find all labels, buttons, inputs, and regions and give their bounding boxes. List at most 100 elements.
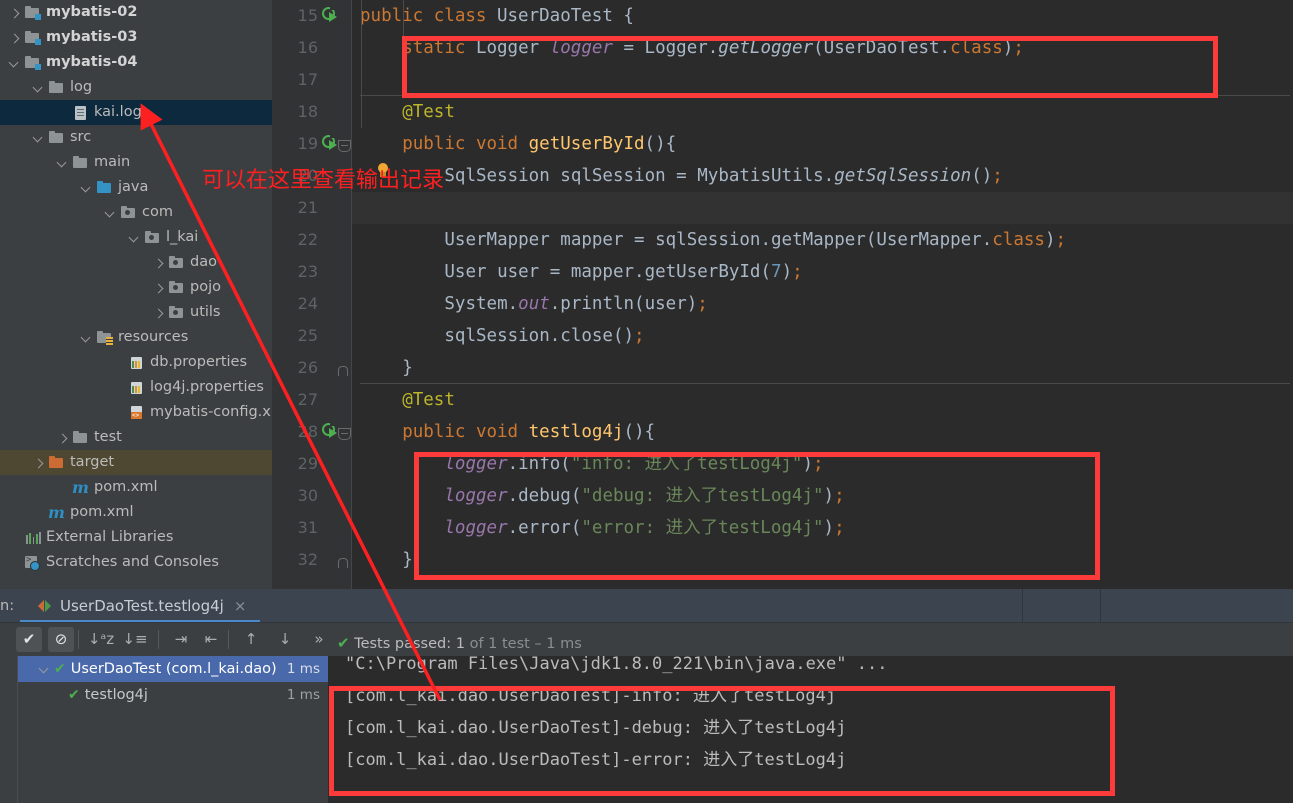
- code-text: }: [402, 550, 413, 570]
- tree-item-mybatis-config-xml[interactable]: <> mybatis-config.xml: [0, 400, 272, 425]
- tree-item-test[interactable]: test: [0, 425, 272, 450]
- tree-item-src[interactable]: src: [0, 125, 272, 150]
- code-line-24[interactable]: 24 System.out.println(user);: [272, 288, 1293, 320]
- test-results-tree[interactable]: ✔ UserDaoTest (com.l_kai.dao) 1 ms ✔ testlog…: [18, 656, 328, 803]
- next-failed-test[interactable]: ↓: [272, 627, 298, 652]
- tree-item-l-kai[interactable]: l_kai: [0, 225, 272, 250]
- chevron-down-icon[interactable]: [128, 231, 142, 245]
- tree-item-kai-log[interactable]: kai.log: [0, 100, 272, 125]
- tree-item-pom-xml[interactable]: m pom.xml: [0, 500, 272, 525]
- tree-item-target[interactable]: target: [0, 450, 272, 475]
- tree-item-scratches-and-consoles[interactable]: > Scratches and Consoles: [0, 550, 272, 575]
- tree-item-pom-xml[interactable]: m pom.xml: [0, 475, 272, 500]
- run-test-gutter-icon[interactable]: [322, 421, 339, 440]
- console-log-line: [com.l_kai.dao.UserDaoTest]-info: 进入了tes…: [345, 686, 837, 706]
- chevron-right-icon[interactable]: [8, 31, 22, 45]
- chevron-down-icon[interactable]: [32, 81, 46, 95]
- tree-item-mybatis-03[interactable]: mybatis-03: [0, 25, 272, 50]
- tree-item-dao[interactable]: dao: [0, 250, 272, 275]
- sort-by-duration[interactable]: ↓≡: [122, 627, 148, 652]
- code-editor[interactable]: 15 public class UserDaoTest {16 static Log…: [272, 0, 1293, 589]
- code-line-26[interactable]: 26}: [272, 352, 1293, 384]
- project-tree-hscroll-track[interactable]: [0, 578, 272, 587]
- close-icon[interactable]: ×: [234, 597, 247, 615]
- chevron-down-icon[interactable]: [56, 156, 70, 170]
- package-icon: [168, 305, 185, 321]
- tree-item-log[interactable]: log: [0, 75, 272, 100]
- code-line-25[interactable]: 25 sqlSession.close();: [272, 320, 1293, 352]
- line-number: 29: [297, 454, 318, 473]
- run-tab-userdaotest[interactable]: UserDaoTest.testlog4j ×: [28, 589, 256, 623]
- code-line-21[interactable]: 21: [272, 192, 1293, 224]
- project-tree-panel[interactable]: mybatis-02 mybatis-03 mybatis-04 log kai.log…: [0, 0, 272, 589]
- next-failed-test-glyph: ↓: [278, 630, 292, 648]
- test-tree-row[interactable]: ✔ UserDaoTest (com.l_kai.dao) 1 ms: [18, 656, 328, 682]
- console-command-line: "C:\Program Files\Java\jdk1.8.0_221\bin\…: [345, 656, 888, 674]
- code-text: logger.info("info: 进入了testLog4j");: [444, 454, 824, 474]
- code-text: public void testlog4j(){: [402, 422, 656, 442]
- code-line-31[interactable]: 31 logger.error("error: 进入了testLog4j");: [272, 512, 1293, 544]
- code-fold-end-icon[interactable]: [338, 366, 348, 376]
- code-fold-end-icon[interactable]: [338, 558, 348, 568]
- chevron-right-icon[interactable]: [8, 6, 22, 20]
- sort-alphabetically[interactable]: ↓ᵃᴢ: [88, 627, 114, 652]
- code-line-19[interactable]: 19 public void getUserById(){: [272, 128, 1293, 160]
- code-line-22[interactable]: 22 UserMapper mapper = sqlSession.getMapp…: [272, 224, 1293, 256]
- tree-item-resources[interactable]: resources: [0, 325, 272, 350]
- test-tree-row[interactable]: ✔ testlog4j 1 ms: [18, 682, 328, 708]
- code-fold-collapse-icon[interactable]: [338, 140, 351, 152]
- properties-file-icon: [128, 380, 145, 396]
- run-tool-window[interactable]: n: UserDaoTest.testlog4j × ✔ Tests passe…: [0, 589, 1293, 803]
- previous-failed-test[interactable]: ↑: [238, 627, 264, 652]
- code-line-18[interactable]: 18 @Test: [272, 96, 1293, 128]
- code-line-30[interactable]: 30 logger.debug("debug: 进入了testLog4j");: [272, 480, 1293, 512]
- run-test-gutter-icon[interactable]: [322, 5, 339, 24]
- tree-item-utils[interactable]: utils: [0, 300, 272, 325]
- line-number: 24: [297, 294, 318, 313]
- log-file-icon: [72, 105, 89, 121]
- chevron-down-icon[interactable]: [38, 662, 52, 676]
- package-icon: [144, 230, 161, 246]
- chevron-right-icon[interactable]: [56, 431, 70, 445]
- more-options[interactable]: »: [306, 627, 332, 652]
- run-tab-bar[interactable]: n: UserDaoTest.testlog4j ×: [0, 589, 1293, 623]
- code-line-32[interactable]: 32}: [272, 544, 1293, 576]
- code-line-16[interactable]: 16 static Logger logger = Logger.getLogge…: [272, 32, 1293, 64]
- tree-item-log4j-properties[interactable]: log4j.properties: [0, 375, 272, 400]
- run-test-gutter-icon[interactable]: [322, 133, 339, 152]
- line-number: 25: [297, 326, 318, 345]
- tree-item-db-properties[interactable]: db.properties: [0, 350, 272, 375]
- console-log-line: [com.l_kai.dao.UserDaoTest]-debug: 进入了te…: [345, 718, 847, 738]
- tree-item-mybatis-02[interactable]: mybatis-02: [0, 0, 272, 25]
- code-line-15[interactable]: 15 public class UserDaoTest {: [272, 0, 1293, 32]
- code-fold-collapse-icon[interactable]: [338, 428, 351, 440]
- expand-all[interactable]: ⇥: [168, 627, 194, 652]
- chevron-down-icon[interactable]: [80, 181, 94, 195]
- code-line-29[interactable]: 29 logger.info("info: 进入了testLog4j");: [272, 448, 1293, 480]
- chevron-down-icon[interactable]: [104, 206, 118, 220]
- chevron-down-icon[interactable]: [80, 331, 94, 345]
- console-output[interactable]: "C:\Program Files\Java\jdk1.8.0_221\bin\…: [329, 656, 1293, 803]
- collapse-all[interactable]: ⇤: [198, 627, 224, 652]
- tree-item-external-libraries[interactable]: External Libraries: [0, 525, 272, 550]
- code-line-17[interactable]: 17: [272, 64, 1293, 96]
- test-runner-toolbar[interactable]: ✔ Tests passed: 1 of 1 test – 1 ms ✔ ⊘ ↓ᵃᴢ…: [0, 623, 1293, 656]
- tree-item-pojo[interactable]: pojo: [0, 275, 272, 300]
- tree-item-mybatis-04[interactable]: mybatis-04: [0, 50, 272, 75]
- chevron-right-icon[interactable]: [152, 281, 166, 295]
- code-line-27[interactable]: 27 @Test: [272, 384, 1293, 416]
- show-ignored-toggle[interactable]: ⊘: [48, 627, 74, 652]
- chevron-down-icon[interactable]: [8, 56, 22, 70]
- tree-item-com[interactable]: com: [0, 200, 272, 225]
- chevron-right-icon[interactable]: [152, 306, 166, 320]
- test-name-label: UserDaoTest (com.l_kai.dao): [70, 661, 277, 677]
- chevron-right-icon[interactable]: [152, 256, 166, 270]
- chevron-down-icon[interactable]: [32, 131, 46, 145]
- show-passed-toggle[interactable]: ✔: [16, 627, 42, 652]
- chevron-right-icon[interactable]: [32, 456, 46, 470]
- code-line-23[interactable]: 23 User user = mapper.getUserById(7);: [272, 256, 1293, 288]
- code-text: User user = mapper.getUserById(7);: [444, 262, 803, 282]
- tabbar-divider-2: [1100, 589, 1101, 623]
- code-line-28[interactable]: 28 public void testlog4j(){: [272, 416, 1293, 448]
- line-number: 28: [297, 422, 318, 441]
